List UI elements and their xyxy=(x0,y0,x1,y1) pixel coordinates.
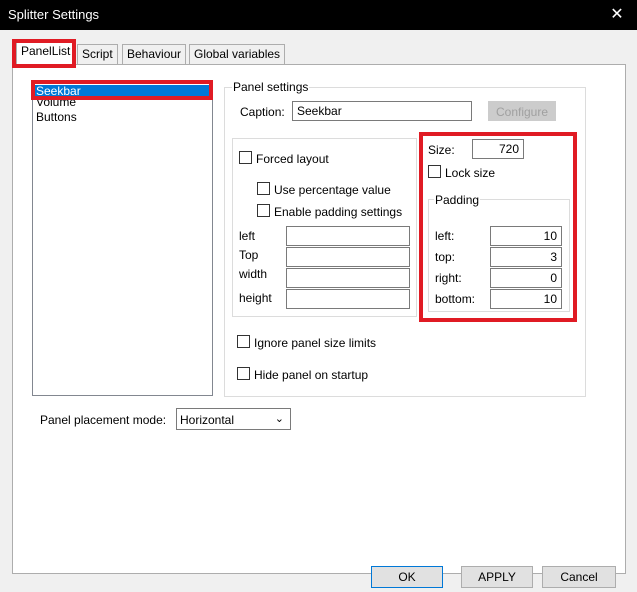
forced-width-input[interactable] xyxy=(286,268,410,288)
tab-behaviour[interactable]: Behaviour xyxy=(122,44,187,64)
window-title: Splitter Settings xyxy=(8,7,100,22)
cancel-button[interactable]: Cancel xyxy=(542,566,616,588)
forced-layout-label: Forced layout xyxy=(256,152,329,166)
placement-select[interactable]: Horizontal ⌄ xyxy=(176,408,291,430)
enable-padding-checkbox[interactable] xyxy=(257,204,270,217)
forced-left-label: left xyxy=(239,229,256,243)
forced-height-input[interactable] xyxy=(286,289,410,309)
list-highlight xyxy=(31,80,213,100)
tab-global-variables[interactable]: Global variables xyxy=(189,44,286,64)
close-icon[interactable]: ✕ xyxy=(597,0,637,30)
placement-label: Panel placement mode: xyxy=(40,413,167,427)
list-item-buttons[interactable]: Buttons xyxy=(35,111,209,124)
placement-value: Horizontal xyxy=(180,413,235,427)
forced-width-label: width xyxy=(239,267,268,281)
forced-top-input[interactable] xyxy=(286,247,410,267)
forced-layout-checkbox[interactable] xyxy=(239,151,252,164)
ignore-limits-checkbox[interactable] xyxy=(237,335,250,348)
ok-button[interactable]: OK xyxy=(371,566,443,588)
tab-highlight xyxy=(12,39,76,68)
tab-script[interactable]: Script xyxy=(77,44,118,64)
configure-button[interactable]: Configure xyxy=(488,101,556,121)
panel-settings-label: Panel settings xyxy=(232,80,310,94)
forced-top-label: Top xyxy=(239,248,259,262)
forced-left-input[interactable] xyxy=(286,226,410,246)
hide-startup-label: Hide panel on startup xyxy=(254,368,369,382)
apply-button[interactable]: APPLY xyxy=(461,566,533,588)
chevron-down-icon: ⌄ xyxy=(274,413,284,425)
hide-startup-checkbox[interactable] xyxy=(237,367,250,380)
title-bar: Splitter Settings ✕ xyxy=(0,0,637,30)
caption-input[interactable]: Seekbar xyxy=(292,101,472,121)
use-percentage-label: Use percentage value xyxy=(274,183,391,197)
forced-height-label: height xyxy=(239,291,272,305)
use-percentage-checkbox[interactable] xyxy=(257,182,270,195)
enable-padding-label: Enable padding settings xyxy=(274,205,403,219)
ignore-limits-label: Ignore panel size limits xyxy=(254,336,377,350)
size-highlight xyxy=(419,132,577,322)
panel-list[interactable]: Seekbar Volume Buttons xyxy=(32,81,213,396)
caption-label: Caption: xyxy=(240,105,285,119)
